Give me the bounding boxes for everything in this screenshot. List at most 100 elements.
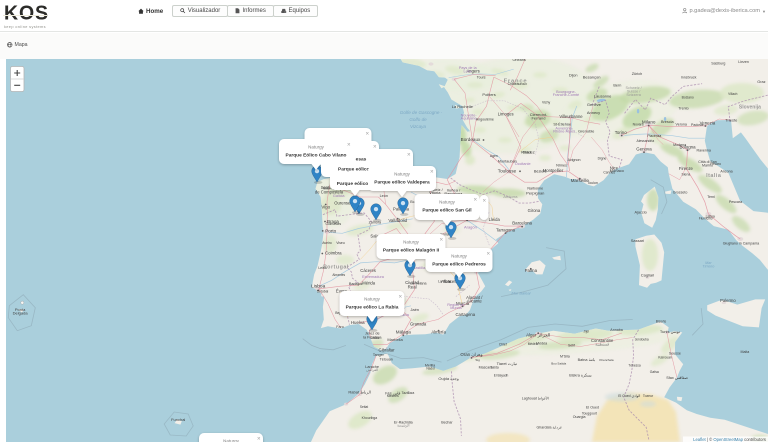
svg-text:Tozeur: Tozeur [643,394,654,398]
svg-text:Nîmes: Nîmes [556,163,567,167]
svg-text:Leiria: Leiria [318,266,326,270]
svg-text:Chlef: Chlef [499,342,507,346]
svg-text:Oujda وجدة: Oujda وجدة [438,376,458,381]
svg-text:Golfe de Gascogne -: Golfe de Gascogne - [400,110,443,115]
svg-text:Naturgy: Naturgy [364,297,381,302]
svg-text:Ghardaïa غرداية: Ghardaïa غرداية [537,424,562,429]
svg-text:Bolzano: Bolzano [682,96,694,100]
svg-text:Faro: Faro [336,325,343,329]
svg-text:Bordeaux: Bordeaux [461,137,481,142]
svg-text:Taza: Taza [408,391,415,395]
svg-text:Sfax صفاقس: Sfax صفاقس [666,375,688,380]
svg-text:Narbonne: Narbonne [527,187,543,191]
svg-text:Jendouba: Jendouba [635,338,649,342]
svg-text:Naturgy: Naturgy [394,172,411,177]
svg-text:Valladolid: Valladolid [388,218,407,223]
svg-text:Naturgy: Naturgy [308,145,325,150]
svg-text:Alicante: Alicante [467,298,483,303]
svg-text:Parque eólico La Rabia: Parque eólico La Rabia [346,305,399,311]
svg-text:Colmar: Colmar [617,55,629,59]
svg-text:Grosseto: Grosseto [673,190,688,194]
svg-text:Innsbruck: Innsbruck [681,75,697,79]
svg-text:Ajaccio: Ajaccio [634,210,646,214]
svg-text:Girona: Girona [528,208,541,213]
svg-text:Pescara: Pescara [729,200,742,204]
svg-text:Occitanie: Occitanie [515,162,531,166]
svg-text:Kairouan: Kairouan [658,355,672,359]
svg-text:Badajoz: Badajoz [349,282,363,286]
svg-text:Bechar: Bechar [441,421,453,425]
svg-text:Guimarães: Guimarães [326,222,342,226]
svg-text:Torino: Torino [615,130,628,135]
svg-text:Galicia: Galicia [333,194,345,198]
svg-text:Grenoble: Grenoble [578,128,595,133]
svg-text:Bern: Bern [613,83,621,87]
svg-text:Orléans: Orléans [512,58,525,62]
svg-text:Jaén: Jaén [410,307,419,312]
svg-text:Gibraltar: Gibraltar [378,348,395,353]
svg-text:Italia: Italia [706,173,722,179]
svg-text:Murcia: Murcia [450,306,462,310]
svg-text:×: × [366,130,370,137]
svg-text:Fiumicino: Fiumicino [699,216,713,220]
svg-text:Andorra: Andorra [503,194,518,199]
svg-text:Abrantes: Abrantes [332,273,345,277]
svg-text:Malta: Malta [741,350,750,354]
svg-text:Cagliari: Cagliari [641,273,655,278]
svg-text:Leaflet | © OpenStreetMap cont: Leaflet | © OpenStreetMap contributors [693,437,766,442]
svg-text:Sig: Sig [475,358,480,362]
svg-text:Siena: Siena [682,173,691,177]
svg-text:Jijel: Jijel [584,330,590,334]
svg-text:Graz: Graz [757,80,765,84]
svg-text:×: × [399,293,403,300]
svg-text:Biskra بسكرة: Biskra بسكرة [569,372,591,377]
svg-text:La Roda: La Roda [438,280,451,284]
svg-text:Terni: Terni [707,195,715,199]
svg-text:Milano: Milano [642,120,656,125]
svg-text:Sassari: Sassari [631,238,644,243]
svg-text:Dijon: Dijon [569,74,578,78]
svg-text:Firenze: Firenze [679,166,694,171]
svg-text:×: × [430,168,434,175]
svg-text:Rhône-Alpes: Rhône-Alpes [553,130,575,134]
svg-text:La Solana: La Solana [410,282,426,286]
svg-text:قسنطينة: قسنطينة [595,341,609,346]
svg-text:Liezen: Liezen [738,60,749,64]
svg-text:Novara: Novara [633,122,644,126]
svg-text:Franche-Comté: Franche-Comté [553,93,579,97]
svg-text:Vichy: Vichy [542,100,551,104]
svg-text:Alger الجزائر: Alger الجزائر [526,333,550,338]
svg-text:Portugal: Portugal [323,264,349,270]
svg-text:Avignon: Avignon [568,158,581,162]
svg-text:×: × [440,236,444,243]
svg-text:El Oued الوادي: El Oued الوادي [618,394,640,398]
svg-text:Ouargla: Ouargla [573,415,586,419]
svg-text:×: × [474,196,478,203]
svg-text:Barcelona: Barcelona [512,221,532,226]
svg-text:Limoges: Limoges [498,111,514,116]
svg-text:Porto: Porto [325,229,336,234]
svg-text:Khenchela: Khenchela [599,358,614,362]
svg-text:Gafsa: Gafsa [650,370,659,374]
svg-text:Bou Saâda: Bou Saâda [551,361,566,365]
svg-text:Genève: Genève [587,102,602,107]
svg-text:La Rochelle: La Rochelle [452,104,474,109]
svg-text:Parque eólico San Gil: Parque eólico San Gil [422,208,471,214]
svg-text:Setúbal: Setúbal [317,290,329,294]
svg-text:Vizcaya: Vizcaya [410,124,426,129]
svg-text:Toulon: Toulon [587,181,598,185]
svg-text:Marbella: Marbella [387,337,403,342]
svg-text:León: León [380,194,388,198]
svg-text:Saïda: Saïda [490,366,499,370]
svg-text:Padova: Padova [691,123,703,127]
svg-text:Tétouan: Tétouan [380,358,393,362]
svg-text:Ancona: Ancona [720,169,732,173]
svg-text:Médéa: Médéa [528,342,538,346]
svg-text:Villeurbanne: Villeurbanne [559,114,583,119]
svg-text:Parque Eólico Cabo Vilano: Parque Eólico Cabo Vilano [286,153,347,159]
svg-text:Annecy: Annecy [587,110,600,115]
svg-text:الرشيدية: الرشيدية [397,424,409,428]
svg-text:esas: esas [356,158,367,163]
svg-text:العرائش: العرائش [366,368,378,372]
svg-text:Ravenna: Ravenna [697,149,711,153]
